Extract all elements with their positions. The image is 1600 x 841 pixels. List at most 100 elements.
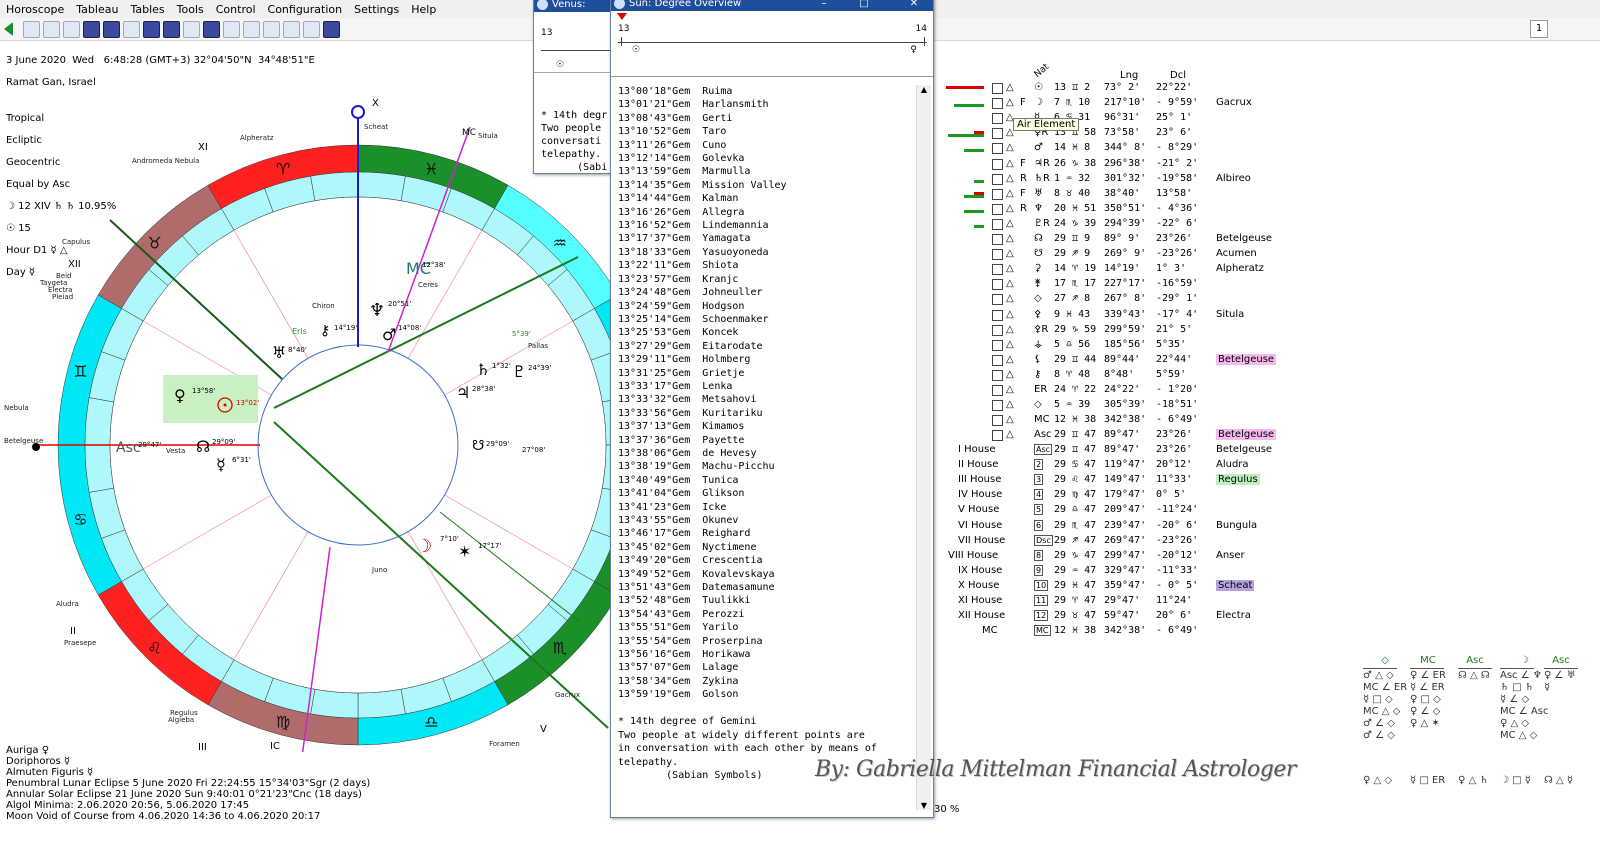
planet-row[interactable]: △ ⚳ 14 ♈ 19 14°19' 1° 3' Alpheratz: [938, 263, 1338, 278]
degree-list-item[interactable]: 13°14'35"Gem Mission Valley: [618, 179, 918, 192]
planet-row[interactable]: △ ♂ 14 ♓ 8 344° 8' - 8°29': [938, 142, 1338, 157]
warning-icon[interactable]: [303, 20, 320, 38]
menu-settings[interactable]: Settings: [348, 3, 405, 16]
maximize-button[interactable]: □: [855, 0, 873, 11]
palette-icon[interactable]: [183, 20, 200, 38]
planet-row[interactable]: △ ♇R 24 ♑ 39 294°39' -22° 6': [938, 218, 1338, 233]
sun-window-titlebar[interactable]: Sun: Degree Overview – □ ✕: [611, 0, 933, 11]
jupiter-glyph[interactable]: ♃: [456, 383, 470, 402]
degree-list-item[interactable]: 13°22'11"Gem Shiota: [618, 259, 918, 272]
planet-row[interactable]: △ ⚵ 17 ♏ 17 227°17' -16°59': [938, 278, 1338, 293]
degree-list-item[interactable]: 13°11'26"Gem Cuno: [618, 139, 918, 152]
node-glyph[interactable]: ☊: [196, 437, 210, 456]
degree-list-item[interactable]: 13°46'17"Gem Reighard: [618, 527, 918, 540]
grid-icon[interactable]: [103, 20, 120, 38]
open-icon[interactable]: [23, 20, 40, 38]
planet-row[interactable]: △ ☊ 29 ♊ 9 89° 9' 23°26' Betelgeuse: [938, 233, 1338, 248]
house-row[interactable]: X House 10 29 ♓ 47 359°47' - 0° 5' Scheat: [938, 579, 1338, 595]
degree-list-item[interactable]: 13°24'59"Gem Hodgson: [618, 300, 918, 313]
degree-list-item[interactable]: 13°27'29"Gem Eitarodate: [618, 340, 918, 353]
pluto-glyph[interactable]: ♇: [512, 362, 526, 381]
table-icon[interactable]: [83, 20, 100, 38]
degree-list-item[interactable]: 13°33'17"Gem Lenka: [618, 380, 918, 393]
house-row[interactable]: IX House 9 29 ♒ 47 329°47' -11°33': [938, 564, 1338, 580]
menu-tables[interactable]: Tables: [124, 3, 170, 16]
filter-icon[interactable]: [123, 20, 140, 38]
degree-list-item[interactable]: 13°38'19"Gem Machu-Picchu: [618, 460, 918, 473]
house-row[interactable]: II House 2 29 ♋ 47 119°47' 20°12' Aludra: [938, 459, 1338, 474]
planet-row[interactable]: △ F ♃R 26 ♑ 38 296°38' -21° 2': [938, 158, 1338, 173]
planet-row[interactable]: △ ◇ 5 ♒ 39 305°39' -18°51': [938, 399, 1338, 414]
house-row[interactable]: IV House 4 29 ♍ 47 179°47' 0° 5': [938, 489, 1338, 504]
wheel-icon[interactable]: [63, 20, 80, 38]
venus-glyph[interactable]: ♀: [174, 386, 186, 405]
degree-list-item[interactable]: 13°08'43"Gem Gerti: [618, 112, 918, 125]
degree-list-item[interactable]: 13°59'19"Gem Golson: [618, 688, 918, 701]
planet-row[interactable]: △ Asc 29 ♊ 47 89°47' 23°26' Betelgeuse: [938, 429, 1338, 444]
planet-row[interactable]: △☿6 ♋ 3196°31'25° 1': [938, 112, 1338, 127]
degree-list-item[interactable]: 13°49'20"Gem Crescentia: [618, 554, 918, 567]
venus-window-titlebar[interactable]: Venus: Degree Overview: [534, 0, 614, 38]
house-row[interactable]: MC MC 12 ♓ 38 342°38' - 6°49': [938, 625, 1338, 640]
menu-help[interactable]: Help: [405, 3, 442, 16]
south-node-glyph[interactable]: ☋: [472, 438, 484, 454]
degree-list-item[interactable]: 13°00'18"Gem Ruima: [618, 85, 918, 98]
back-arrow-icon[interactable]: [4, 22, 13, 36]
degree-list-item[interactable]: 13°17'37"Gem Yamagata: [618, 232, 918, 245]
degree-list-item[interactable]: 13°51'43"Gem Datemasamune: [618, 581, 918, 594]
degree-list-item[interactable]: 13°25'53"Gem Koncek: [618, 326, 918, 339]
planet-row[interactable]: △ F ☽ 7 ♏ 10 217°10' - 9°59' Gacrux: [938, 97, 1338, 112]
degree-list-item[interactable]: 13°38'06"Gem de Hevesy: [618, 447, 918, 460]
page-number-input[interactable]: 1: [1530, 20, 1548, 38]
planet-row[interactable]: △ R ♄R 1 ♒ 32 301°32' -19°58' Albireo: [938, 173, 1338, 188]
menu-tools[interactable]: Tools: [171, 3, 210, 16]
close-button[interactable]: ✕: [905, 0, 923, 11]
house-row[interactable]: III House 3 29 ♌ 47 149°47' 11°33' Regulus: [938, 474, 1338, 489]
degree-list-item[interactable]: 13°37'36"Gem Payette: [618, 434, 918, 447]
planet-row[interactable]: △ ♀R 13 ♊ 58 73°58' 23° 6': [938, 127, 1338, 142]
uranus-glyph[interactable]: ♅: [272, 343, 286, 362]
layers-icon[interactable]: [163, 20, 180, 38]
scroll-down-icon[interactable]: ▼: [917, 801, 931, 810]
image-icon[interactable]: [203, 20, 220, 38]
degree-list-item[interactable]: 13°31'25"Gem Grietje: [618, 367, 918, 380]
degree-list-item[interactable]: 13°18'33"Gem Yasuoyoneda: [618, 246, 918, 259]
planet-row[interactable]: △ ⚸ 29 ♊ 44 89°44' 22°44' Betelgeuse: [938, 353, 1338, 369]
degree-list-item[interactable]: 13°45'02"Gem Nyctimene: [618, 541, 918, 554]
globe-icon[interactable]: [43, 20, 60, 38]
settings-icon[interactable]: [223, 20, 240, 38]
planet-row[interactable]: △ ⚷ 8 ♈ 48 8°48' 5°59': [938, 369, 1338, 384]
degree-list-item[interactable]: 13°37'13"Gem Kimamos: [618, 420, 918, 433]
planet-row[interactable]: △ R ♆ 20 ♓ 51 350°51' - 4°36': [938, 203, 1338, 218]
degree-list-item[interactable]: 13°43'55"Gem Okunev: [618, 514, 918, 527]
degree-list-item[interactable]: 13°10'52"Gem Taro: [618, 125, 918, 138]
degree-list-item[interactable]: 13°13'59"Gem Marmulla: [618, 165, 918, 178]
degree-list-item[interactable]: 13°57'07"Gem Lalage: [618, 661, 918, 674]
house-row[interactable]: VI House 6 29 ♏ 47 239°47' -20° 6' Bungula: [938, 519, 1338, 535]
moon-glyph[interactable]: ☽: [416, 536, 432, 557]
degree-list-item[interactable]: 13°29'11"Gem Holmberg: [618, 353, 918, 366]
planet-row[interactable]: △ ◇ 27 ♐ 8 267° 8' -29° 1': [938, 293, 1338, 308]
minimize-button[interactable]: –: [815, 0, 833, 11]
degree-list-item[interactable]: 13°01'21"Gem Harlansmith: [618, 98, 918, 111]
menu-tableau[interactable]: Tableau: [70, 3, 124, 16]
print-icon[interactable]: [323, 20, 340, 38]
degree-list-item[interactable]: 13°41'04"Gem Glikson: [618, 487, 918, 500]
star-icon[interactable]: [263, 20, 280, 38]
house-row[interactable]: XI House 11 29 ♈ 47 29°47' 11°24': [938, 595, 1338, 610]
sun-scrollbar[interactable]: ▲ ▼: [916, 85, 931, 810]
degree-list-item[interactable]: 13°58'34"Gem Zykina: [618, 675, 918, 688]
degree-list-item[interactable]: 13°33'32"Gem Metsahovi: [618, 393, 918, 406]
clock-icon[interactable]: [243, 20, 260, 38]
planet-row[interactable]: △ MC 12 ♓ 38 342°38' - 6°49': [938, 414, 1338, 429]
venus-degree-window[interactable]: Venus: Degree Overview 13 ☉ * 14th degr T…: [533, 0, 615, 174]
menu-configuration[interactable]: Configuration: [262, 3, 349, 16]
degree-list-item[interactable]: 13°16'52"Gem Lindemannia: [618, 219, 918, 232]
degree-list-item[interactable]: 13°56'16"Gem Horikawa: [618, 648, 918, 661]
juno-glyph[interactable]: ✶: [458, 542, 471, 561]
planet-row[interactable]: △ ☋ 29 ♐ 9 269° 9' -23°26' Acumen: [938, 248, 1338, 263]
degree-list-item[interactable]: 13°24'48"Gem Johneuller: [618, 286, 918, 299]
degree-list-item[interactable]: 13°55'54"Gem Proserpina: [618, 635, 918, 648]
sun-degree-window[interactable]: Sun: Degree Overview – □ ✕ 13 14 ☉ ♀ 13°…: [610, 0, 934, 818]
house-row[interactable]: XII House 12 29 ♉ 47 59°47' 20° 6' Electra: [938, 610, 1338, 625]
